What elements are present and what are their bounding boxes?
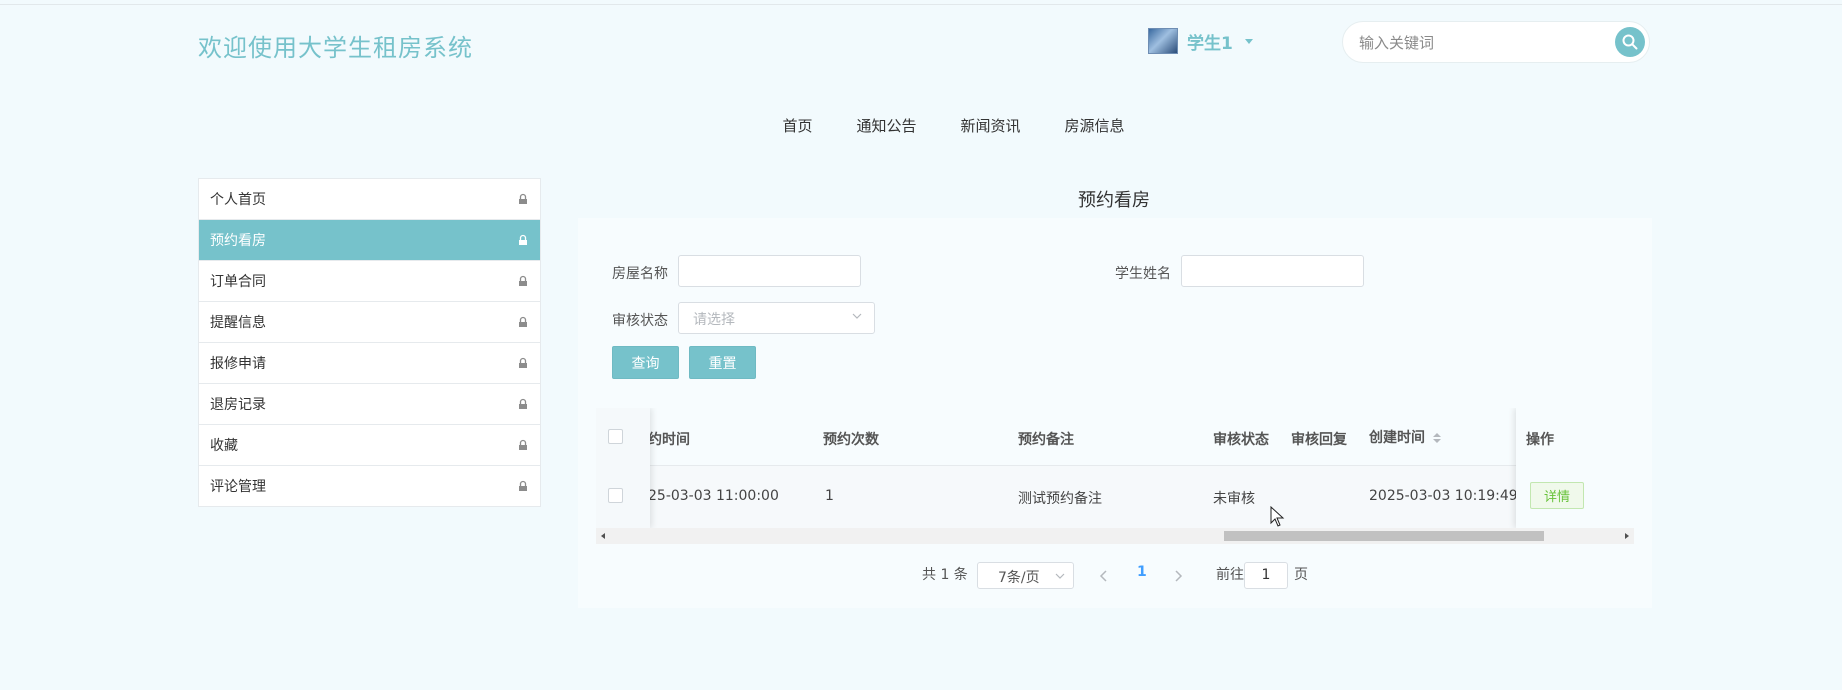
sidebar: 个人首页 预约看房 订单合同 提醒信息 报修申请 退房记录 收藏 评论管理 [198,178,541,507]
sidebar-item-checkout[interactable]: 退房记录 [199,384,540,425]
avatar[interactable] [1148,28,1178,54]
status-label: 审核状态 [612,313,668,329]
chevron-down-icon [1055,573,1065,579]
next-page-icon[interactable] [1171,569,1185,583]
fixed-action-column: 操作 详情 [1516,408,1634,528]
main-nav: 首页 通知公告 新闻资讯 房源信息 [0,115,1842,136]
user-name[interactable]: 学生1 [1187,29,1233,54]
page-size-value: 7条/页 [998,570,1040,586]
lock-icon [519,193,527,204]
sidebar-item-viewing[interactable]: 预约看房 [199,220,540,261]
student-name-label: 学生姓名 [1115,266,1171,282]
sidebar-item-label: 收藏 [210,438,238,454]
chevron-down-icon [852,313,862,319]
cell-created: 2025-03-03 10:19:49 [1369,488,1518,504]
goto-page-input[interactable]: 1 [1244,562,1288,589]
sidebar-item-contracts[interactable]: 订单合同 [199,261,540,302]
data-table: 约时间 预约次数 预约备注 审核状态 审核回复 创建时间 25-03-03 11… [596,408,1634,544]
pagination-total: 共 1 条 [922,567,968,583]
table-row: 25-03-03 11:00:00 1 测试预约备注 未审核 2025-03-0… [596,466,1634,529]
sidebar-item-label: 报修申请 [210,356,266,372]
search-box [1342,21,1650,63]
sidebar-item-label: 预约看房 [210,233,266,249]
col-count: 预约次数 [823,432,879,448]
col-reply: 审核回复 [1291,432,1347,448]
top-divider [0,4,1842,5]
site-title: 欢迎使用大学生租房系统 [198,34,473,62]
cell-time: 25-03-03 11:00:00 [648,488,779,504]
house-name-label: 房屋名称 [612,266,668,282]
col-created-label: 创建时间 [1369,430,1425,446]
sidebar-item-profile[interactable]: 个人首页 [199,179,540,220]
sidebar-item-comments[interactable]: 评论管理 [199,466,540,506]
lock-icon [519,234,527,245]
page-size-select[interactable]: 7条/页 [977,562,1074,589]
page-title: 预约看房 [1078,190,1150,211]
lock-icon [519,439,527,450]
student-name-input[interactable] [1181,255,1364,287]
fixed-selection-column [596,408,650,528]
select-all-checkbox[interactable] [608,429,623,444]
reset-button[interactable]: 重置 [689,346,756,379]
sidebar-item-reminders[interactable]: 提醒信息 [199,302,540,343]
goto-prefix: 前往 [1216,567,1244,583]
scrollbar-thumb[interactable] [1224,531,1544,541]
sidebar-item-label: 订单合同 [210,274,266,290]
nav-notices[interactable]: 通知公告 [856,115,916,136]
nav-news[interactable]: 新闻资讯 [961,115,1021,136]
col-action: 操作 [1526,432,1554,448]
status-select[interactable]: 请选择 [678,302,875,334]
sidebar-item-label: 个人首页 [210,192,266,208]
house-name-input[interactable] [678,255,861,287]
action-cell: 详情 [1516,466,1634,528]
search-input[interactable] [1357,31,1601,55]
sidebar-item-label: 提醒信息 [210,315,266,331]
query-button[interactable]: 查询 [612,346,679,379]
user-menu[interactable]: 学生1 [1148,28,1253,54]
col-created[interactable]: 创建时间 [1369,427,1442,447]
cell-count: 1 [825,488,834,504]
search-icon [1622,34,1638,50]
mouse-cursor-icon [1270,506,1285,527]
lock-icon [519,398,527,409]
status-placeholder: 请选择 [693,312,735,328]
row-checkbox[interactable] [608,488,623,503]
lock-icon [519,316,527,327]
horizontal-scrollbar[interactable] [596,528,1634,544]
col-time: 约时间 [648,432,690,448]
col-status: 审核状态 [1213,432,1269,448]
cell-remark: 测试预约备注 [1018,491,1102,507]
cell-status: 未审核 [1213,491,1255,507]
table-header: 约时间 预约次数 预约备注 审核状态 审核回复 创建时间 [596,408,1634,466]
nav-home[interactable]: 首页 [782,115,812,136]
prev-page-icon[interactable] [1097,569,1111,583]
lock-icon [519,357,527,368]
nav-listings[interactable]: 房源信息 [1065,115,1125,136]
col-remark: 预约备注 [1018,432,1074,448]
goto-suffix: 页 [1294,567,1308,583]
sidebar-item-label: 评论管理 [210,479,266,495]
caret-down-icon[interactable] [1244,38,1253,44]
lock-icon [519,275,527,286]
sidebar-item-label: 退房记录 [210,397,266,413]
detail-button[interactable]: 详情 [1530,482,1584,509]
search-button[interactable] [1615,27,1645,57]
scroll-right-icon[interactable] [1618,528,1634,544]
current-page[interactable]: 1 [1137,564,1147,580]
lock-icon [519,480,527,491]
sidebar-item-repairs[interactable]: 报修申请 [199,343,540,384]
scroll-left-icon[interactable] [596,528,612,544]
sort-icon[interactable] [1432,432,1442,444]
sidebar-item-favorites[interactable]: 收藏 [199,425,540,466]
